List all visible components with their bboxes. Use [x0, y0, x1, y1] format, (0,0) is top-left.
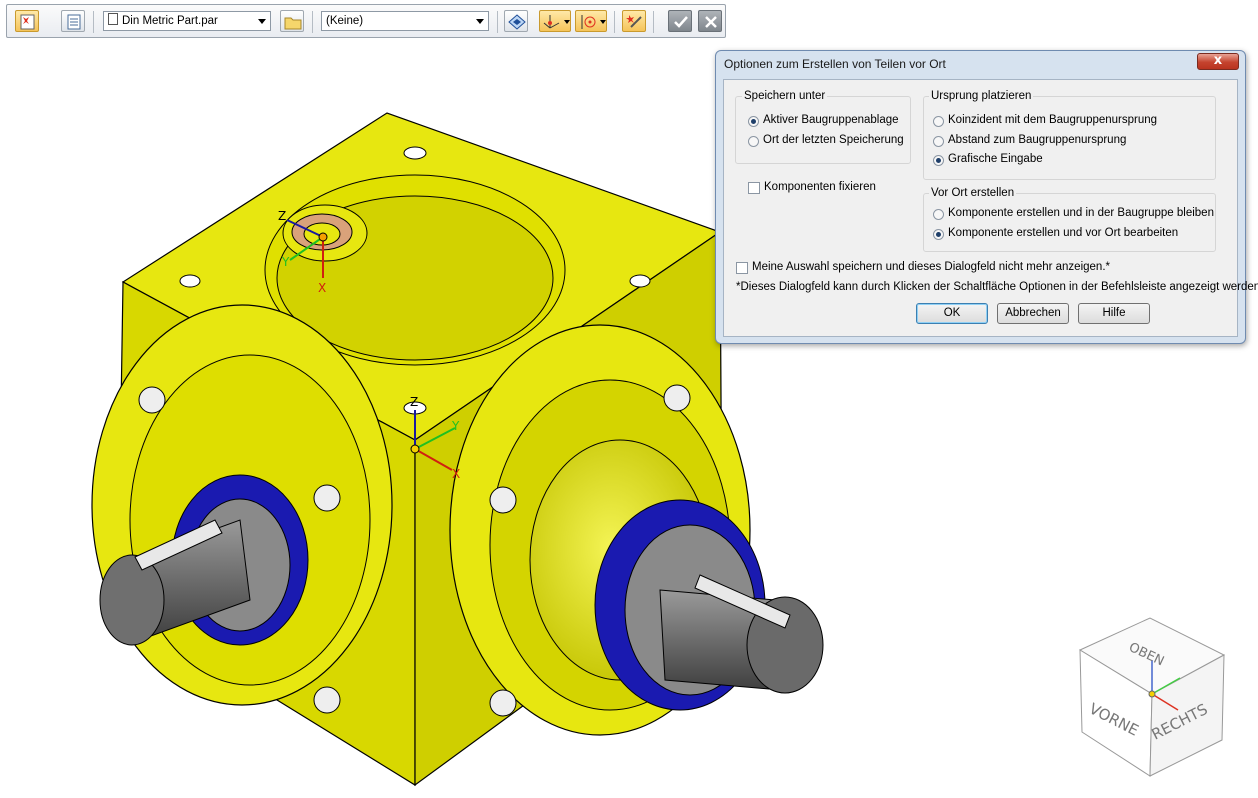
plane-lock-button[interactable]: [504, 10, 528, 32]
toolbar-separator: [93, 11, 94, 33]
fix-components-label: Komponenten fixieren: [764, 181, 876, 193]
checkmark-icon: [674, 16, 688, 28]
axis-label-z: Z: [410, 395, 418, 409]
origin-button[interactable]: [575, 10, 607, 32]
origin-graphic-radio[interactable]: [933, 155, 944, 166]
create-in-place-options-dialog: Optionen zum Erstellen von Teilen vor Or…: [715, 50, 1258, 344]
dialog-body: Speichern unter Aktiver Baugruppenablage…: [723, 79, 1258, 337]
flange-screw: [663, 384, 691, 412]
part-template-select[interactable]: Din Metric Part.par: [103, 11, 271, 31]
close-icon: [705, 16, 717, 28]
origin-label: Ursprung platzieren: [929, 90, 1034, 102]
create-stay-radio[interactable]: [933, 209, 944, 220]
coordinate-system-icon: [543, 15, 570, 29]
flange-screw: [313, 484, 341, 512]
toolbar-separator: [653, 11, 654, 33]
flange-screw: [489, 689, 517, 717]
flange-screw: [313, 686, 341, 714]
view-cube[interactable]: OBEN VORNE RECHTS: [1078, 617, 1226, 777]
chevron-down-icon: [258, 19, 266, 24]
axis-label-x: X: [318, 281, 326, 295]
plane-icon: [508, 14, 526, 30]
ok-button[interactable]: OK: [916, 303, 988, 324]
save-active-folder-label: Aktiver Baugruppenablage: [763, 114, 899, 126]
create-in-place-label: Vor Ort erstellen: [929, 187, 1017, 199]
list-icon: [67, 14, 81, 30]
accept-button[interactable]: [668, 10, 692, 32]
toolbar-separator: [497, 11, 498, 33]
origin-icon: [581, 15, 606, 29]
browse-folder-button[interactable]: [280, 10, 304, 32]
create-edit-radio[interactable]: [933, 229, 944, 240]
dialog-title: Optionen zum Erstellen von Teilen vor Or…: [724, 57, 946, 71]
create-in-place-button[interactable]: [15, 10, 39, 32]
create-in-place-group: [923, 193, 1216, 252]
dialog-close-button[interactable]: x: [1197, 53, 1239, 70]
command-bar: Din Metric Part.par (Keine): [6, 4, 726, 38]
axis-label-y: Y: [281, 255, 290, 269]
bolt-hole: [179, 274, 201, 288]
scribble-button[interactable]: [622, 10, 646, 32]
chevron-down-icon: [476, 19, 484, 24]
flange-screw: [489, 486, 517, 514]
create-stay-label: Komponente erstellen und in der Baugrupp…: [948, 207, 1214, 219]
material-value: (Keine): [326, 15, 364, 27]
part-template-value: Din Metric Part.par: [122, 15, 218, 27]
remember-choice-checkbox[interactable]: [736, 262, 748, 274]
coordinate-system-button[interactable]: [539, 10, 571, 32]
document-icon: [108, 13, 118, 25]
magic-wand-icon: [626, 15, 642, 28]
origin-coincident-radio[interactable]: [933, 116, 944, 127]
save-last-location-radio[interactable]: [748, 136, 759, 147]
help-button[interactable]: Hilfe: [1078, 303, 1150, 324]
cancel-button[interactable]: [698, 10, 722, 32]
axis-label-z: Z: [278, 209, 286, 223]
material-select[interactable]: (Keine): [321, 11, 489, 31]
axis-label-x: X: [452, 467, 460, 481]
bolt-hole: [403, 146, 427, 160]
bolt-hole: [629, 274, 651, 288]
save-under-label: Speichern unter: [742, 90, 828, 102]
close-icon: x: [1213, 53, 1223, 68]
origin-coincident-label: Koinzident mit dem Baugruppenursprung: [948, 114, 1158, 126]
options-button[interactable]: [61, 10, 85, 32]
save-active-folder-radio[interactable]: [748, 116, 759, 127]
dialog-note: *Dieses Dialogfeld kann durch Klicken de…: [736, 281, 1258, 293]
origin-offset-radio[interactable]: [933, 136, 944, 147]
origin-offset-label: Abstand zum Baugruppenursprung: [948, 134, 1127, 146]
origin-graphic-label: Grafische Eingabe: [948, 153, 1043, 165]
remember-choice-label: Meine Auswahl speichern und dieses Dialo…: [752, 261, 1110, 273]
gearbox-model[interactable]: Z Y X Z Y X: [91, 112, 824, 787]
fix-components-checkbox[interactable]: [748, 182, 760, 194]
flange-screw: [138, 386, 166, 414]
folder-icon: [284, 17, 302, 30]
new-part-icon: [20, 14, 35, 30]
toolbar-separator: [614, 11, 615, 33]
axis-label-y: Y: [451, 419, 460, 433]
cancel-dialog-button[interactable]: Abbrechen: [997, 303, 1069, 324]
toolbar-separator: [312, 11, 313, 33]
left-shaft-end: [99, 554, 165, 646]
save-under-group: [735, 96, 911, 164]
save-last-location-label: Ort der letzten Speicherung: [763, 134, 904, 146]
create-edit-label: Komponente erstellen und vor Ort bearbei…: [948, 227, 1179, 239]
